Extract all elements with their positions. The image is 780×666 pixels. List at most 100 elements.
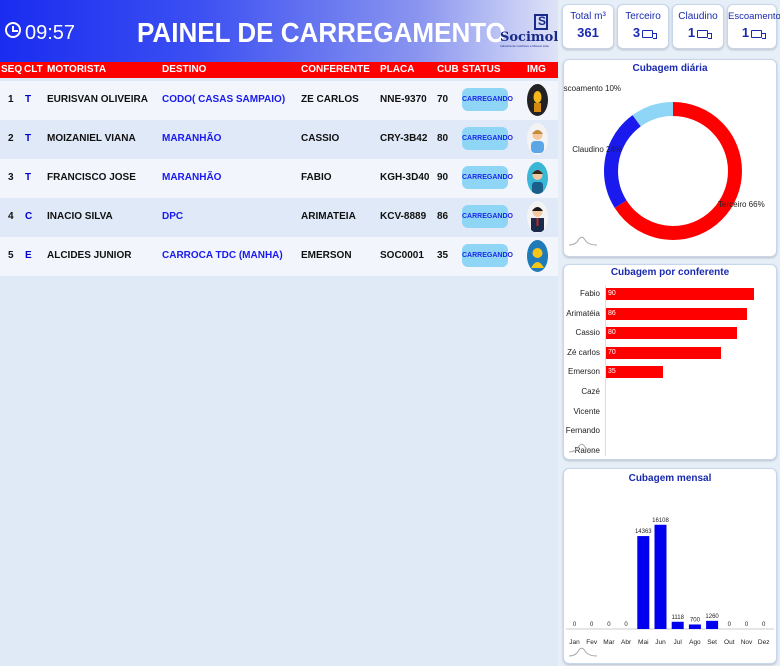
bar-value-label: 1118: [671, 615, 684, 621]
conferente-cubage-title: Cubagem por conferente: [610, 267, 730, 278]
status-badge: CARREGANDO: [462, 127, 513, 150]
kpi-terceiro-value: 3: [632, 25, 641, 40]
cell-motorista: EURISVAN OLIVEIRA: [47, 94, 148, 105]
bar-value-label: 0: [624, 622, 628, 628]
bar: [671, 621, 684, 629]
cell-placa: SOC0001: [380, 250, 424, 261]
logo-mark-icon: [534, 14, 548, 30]
cell-seq: 2: [8, 133, 14, 144]
header-bar: 09:57 PAINEL DE CARREGAMENTO Socimol Ind…: [0, 0, 558, 62]
cell-conferente: CASSIO: [301, 133, 340, 144]
bar: [688, 624, 701, 629]
col-placa: PLACA: [380, 64, 415, 75]
cell-motorista: MOIZANIEL VIANA: [47, 133, 136, 144]
cell-clt: E: [25, 250, 32, 261]
truck-icon: [642, 29, 658, 39]
driver-avatar: [527, 240, 548, 272]
daily-cubage-chart: Terceiro 66% Claudino 24% Escoamento 10%: [564, 84, 765, 240]
col-seq: SEQ: [1, 64, 23, 75]
cell-cub: 86: [437, 211, 449, 222]
cell-motorista: INACIO SILVA: [47, 211, 113, 222]
monthly-cubage-panel: Cubagem mensal 0 Jan 0 Fev 0 Mar 0 Abr 14363 Mai 1…: [563, 468, 777, 664]
logo-word: Socimol: [500, 30, 559, 45]
driver-avatar: [527, 123, 548, 155]
cell-destino: DPC: [162, 211, 184, 222]
bar-value-label: 0: [607, 622, 611, 628]
clock-icon: [5, 22, 21, 38]
kpi-terceiro: Terceiro 3: [617, 4, 669, 49]
conferente-cubage-panel: Cubagem por conferente Fabio 90 Arimatéia 8…: [563, 264, 777, 460]
month-tick-label: Abr: [621, 639, 632, 646]
month-tick-label: Set: [707, 639, 717, 646]
kpi-escoamento-label: Escoamento: [728, 11, 780, 22]
bar-category-label: Arimatéia: [566, 308, 600, 318]
current-time: 09:57: [25, 22, 76, 44]
bar-value-label: 14363: [635, 529, 652, 535]
cell-motorista: FRANCISCO JOSE: [47, 172, 136, 183]
cell-placa: CRY-3B42: [380, 133, 428, 144]
bar-value-label: 700: [690, 617, 701, 623]
bar-category-label: Cassio: [575, 328, 600, 338]
cell-cub: 80: [437, 133, 449, 144]
col-cub: CUB: [437, 64, 459, 75]
table-row[interactable]: 3 T FRANCISCO JOSE MARANHÃO FABIO KGH-3D40 90 C…: [0, 159, 558, 198]
kpi-escoamento: Escoamento 1: [727, 4, 780, 49]
table-row[interactable]: 4 C INACIO SILVA DPC ARIMATEIA KCV-8889 86 CARR…: [0, 198, 558, 237]
kpi-claudino-label: Claudino: [678, 11, 718, 22]
col-motorista: MOTORISTA: [47, 64, 107, 75]
company-logo: Socimol Indústria de Colchões e Móveis L…: [500, 14, 558, 48]
bar-value-label: 0: [745, 622, 749, 628]
donut-label: Terceiro 66%: [718, 200, 765, 209]
cell-cub: 90: [437, 172, 449, 183]
month-tick-label: Jan: [569, 639, 580, 646]
cell-cub: 35: [437, 250, 449, 261]
sparkline-icon: [568, 647, 598, 657]
bar: [654, 524, 667, 629]
month-tick-label: Jul: [674, 639, 683, 646]
table-row[interactable]: 5 E ALCIDES JUNIOR CARROCA TDC (MANHA) EMERS…: [0, 237, 558, 276]
page-title: PAINEL DE CARREGAMENTO: [137, 17, 506, 48]
donut-label: Escoamento 10%: [564, 84, 621, 93]
bar-category-label: Cazé: [581, 387, 600, 396]
bar-category-label: Emerson: [567, 367, 600, 377]
status-badge: CARREGANDO: [462, 88, 513, 111]
kpi-escoamento-value: 1: [741, 25, 750, 40]
cell-destino: MARANHÃO: [162, 172, 222, 183]
bar-category-label: Zé carlos: [567, 347, 600, 357]
sparkline-icon: [568, 236, 598, 246]
donut-label: Claudino 24%: [572, 145, 622, 154]
month-tick-label: Nov: [741, 639, 753, 646]
col-destino: DESTINO: [162, 64, 207, 75]
bar-value-label: 0: [573, 622, 577, 628]
cell-clt: C: [25, 211, 33, 222]
bar: 90: [606, 288, 754, 300]
col-conferente: CONFERENTE: [301, 64, 370, 75]
cell-cub: 70: [437, 94, 449, 105]
cell-seq: 5: [8, 250, 14, 261]
table-header: SEQ CLT MOTORISTA DESTINO CONFERENTE PLA…: [0, 62, 558, 78]
bar: [637, 536, 650, 629]
month-tick-label: Out: [724, 639, 735, 646]
cell-motorista: ALCIDES JUNIOR: [47, 250, 132, 261]
bar: 35: [606, 366, 664, 379]
cell-seq: 4: [8, 211, 14, 222]
cell-placa: NNE-9370: [380, 94, 427, 105]
monthly-cubage-chart: 0 Jan 0 Fev 0 Mar 0 Abr 14363 Mai 16108 Jun 1118 Jul 7…: [566, 518, 774, 646]
table-row[interactable]: 2 T MOIZANIEL VIANA MARANHÃO CASSIO CRY-3B42 8…: [0, 120, 558, 159]
kpi-terceiro-label: Terceiro: [625, 11, 661, 22]
logo-tagline: Indústria de Colchões e Móveis Ltda.: [500, 44, 550, 48]
cell-placa: KGH-3D40: [380, 172, 430, 183]
bar-category-label: Vicente: [573, 406, 600, 416]
kpi-claudino: Claudino 1: [672, 4, 724, 49]
col-img: IMG: [527, 64, 546, 75]
table-row[interactable]: 1 T EURISVAN OLIVEIRA CODO( CASAS SAMPAIO) Z…: [0, 81, 558, 120]
month-tick-label: Mar: [603, 639, 615, 646]
loading-table-panel: 09:57 PAINEL DE CARREGAMENTO Socimol Ind…: [0, 0, 558, 666]
kpi-total: Total m³ 361: [562, 4, 614, 49]
status-badge: CARREGANDO: [462, 244, 513, 267]
cell-seq: 3: [8, 172, 14, 183]
cell-clt: T: [25, 94, 32, 105]
truck-icon: [697, 29, 713, 39]
month-tick-label: Ago: [689, 639, 701, 646]
bar: 86: [606, 307, 748, 320]
